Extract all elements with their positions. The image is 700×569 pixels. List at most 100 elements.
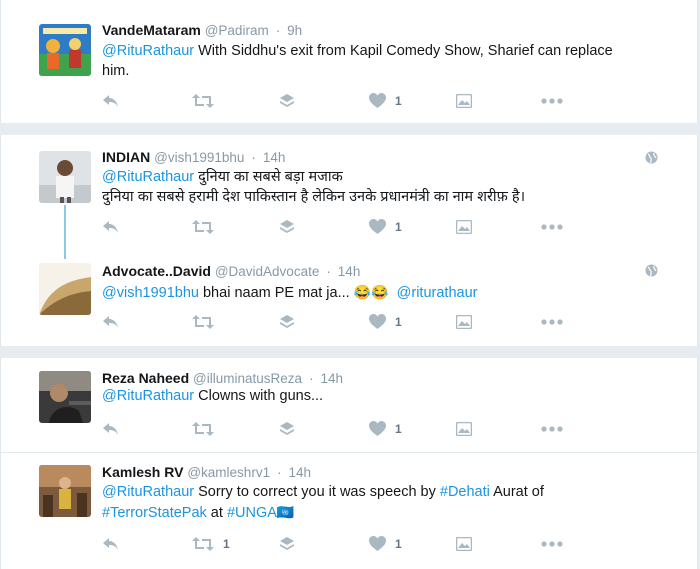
retweet-button[interactable] bbox=[192, 91, 223, 111]
thread-connector bbox=[64, 205, 66, 259]
panel-gap bbox=[0, 346, 700, 358]
layers-button[interactable] bbox=[279, 217, 295, 237]
mention-link[interactable]: @riturathaur bbox=[397, 285, 478, 301]
avatar[interactable] bbox=[39, 465, 91, 517]
display-name[interactable]: Kamlesh RV bbox=[102, 464, 183, 480]
mention-link[interactable]: @RituRathaur bbox=[102, 484, 194, 500]
retweet-button[interactable] bbox=[192, 217, 223, 237]
layers-button[interactable] bbox=[279, 91, 295, 111]
tweet-text: @RituRathaur दुनिया का सबसे बड़ा मजाक दु… bbox=[102, 169, 526, 205]
reply-icon bbox=[103, 538, 118, 550]
layers-button[interactable] bbox=[279, 419, 295, 439]
mention-link[interactable]: @RituRathaur bbox=[102, 388, 194, 404]
hashtag-link[interactable]: #Dehati bbox=[440, 484, 490, 500]
like-count: 1 bbox=[395, 422, 402, 436]
like-button[interactable]: 1 bbox=[369, 217, 402, 237]
tweet-header: INDIAN @vish1991bhu · 14h bbox=[102, 149, 286, 165]
like-count: 1 bbox=[395, 537, 402, 551]
reply-icon bbox=[103, 316, 118, 328]
layers-icon bbox=[280, 220, 294, 233]
retweet-icon bbox=[192, 422, 214, 436]
more-button[interactable] bbox=[541, 419, 563, 439]
more-icon bbox=[541, 224, 563, 230]
display-name[interactable]: Reza Naheed bbox=[102, 370, 189, 386]
media-button[interactable] bbox=[456, 217, 472, 237]
reply-button[interactable] bbox=[102, 419, 120, 439]
heart-icon bbox=[369, 536, 386, 551]
retweet-button[interactable]: 1 bbox=[192, 534, 230, 554]
mention-link[interactable]: @vish1991bhu bbox=[102, 285, 199, 301]
emoji: 😂😂 bbox=[353, 284, 389, 300]
avatar[interactable] bbox=[39, 24, 91, 76]
retweet-button[interactable] bbox=[192, 419, 223, 439]
hashtag-link[interactable]: #TerrorStatePak bbox=[102, 505, 207, 521]
reply-icon bbox=[103, 423, 118, 435]
reply-button[interactable] bbox=[102, 91, 120, 111]
layers-icon bbox=[280, 537, 294, 550]
layers-button[interactable] bbox=[279, 312, 295, 332]
mention-link[interactable]: @RituRathaur bbox=[102, 169, 194, 185]
tweet-actions: 1 bbox=[102, 91, 582, 111]
more-icon bbox=[541, 319, 563, 325]
avatar[interactable] bbox=[39, 151, 91, 203]
user-handle[interactable]: @DavidAdvocate bbox=[215, 264, 320, 279]
more-button[interactable] bbox=[541, 217, 563, 237]
image-icon bbox=[456, 422, 472, 436]
user-handle[interactable]: @Padiram bbox=[205, 23, 269, 38]
media-button[interactable] bbox=[456, 419, 472, 439]
user-handle[interactable]: @kamleshrv1 bbox=[187, 465, 270, 480]
reply-button[interactable] bbox=[102, 217, 120, 237]
more-button[interactable] bbox=[541, 312, 563, 332]
tweet-header: VandeMataram @Padiram · 9h bbox=[102, 22, 303, 38]
more-button[interactable] bbox=[541, 91, 563, 111]
timestamp[interactable]: 14h bbox=[289, 465, 312, 480]
display-name[interactable]: VandeMataram bbox=[102, 22, 201, 38]
layers-button[interactable] bbox=[279, 534, 295, 554]
like-button[interactable]: 1 bbox=[369, 419, 402, 439]
globe-icon bbox=[645, 264, 658, 277]
layers-icon bbox=[280, 94, 294, 107]
timestamp[interactable]: 14h bbox=[263, 150, 286, 165]
divider bbox=[0, 452, 698, 453]
like-button[interactable]: 1 bbox=[369, 91, 402, 111]
media-button[interactable] bbox=[456, 534, 472, 554]
heart-icon bbox=[369, 219, 386, 234]
image-icon bbox=[456, 220, 472, 234]
tweet-actions: 1 1 bbox=[102, 534, 582, 554]
timestamp[interactable]: 14h bbox=[321, 371, 344, 386]
display-name[interactable]: INDIAN bbox=[102, 149, 150, 165]
like-button[interactable]: 1 bbox=[369, 534, 402, 554]
like-count: 1 bbox=[395, 315, 402, 329]
layers-icon bbox=[280, 315, 294, 328]
avatar[interactable] bbox=[39, 263, 91, 315]
reply-button[interactable] bbox=[102, 534, 120, 554]
media-button[interactable] bbox=[456, 91, 472, 111]
display-name[interactable]: Advocate..David bbox=[102, 263, 211, 279]
reply-button[interactable] bbox=[102, 312, 120, 332]
retweet-icon bbox=[192, 315, 214, 329]
panel-gap bbox=[0, 123, 700, 135]
more-button[interactable] bbox=[541, 534, 563, 554]
image-icon bbox=[456, 94, 472, 108]
more-icon bbox=[541, 541, 563, 547]
image-icon bbox=[456, 315, 472, 329]
timestamp[interactable]: 14h bbox=[338, 264, 361, 279]
timestamp[interactable]: 9h bbox=[287, 23, 302, 38]
tweet-actions: 1 bbox=[102, 419, 582, 439]
mention-link[interactable]: @RituRathaur bbox=[102, 43, 194, 59]
heart-icon bbox=[369, 314, 386, 329]
media-button[interactable] bbox=[456, 312, 472, 332]
retweet-button[interactable] bbox=[192, 312, 223, 332]
like-count: 1 bbox=[395, 220, 402, 234]
tweet-text: @vish1991bhu bhai naam PE mat ja... 😂😂 @… bbox=[102, 284, 478, 301]
avatar[interactable] bbox=[39, 371, 91, 423]
tweet-text: @RituRathaur Sorry to correct you it was… bbox=[102, 484, 544, 521]
user-handle[interactable]: @illuminatusReza bbox=[193, 371, 302, 386]
user-handle[interactable]: @vish1991bhu bbox=[154, 150, 244, 165]
tweet-actions: 1 bbox=[102, 217, 582, 237]
tweet-header: Advocate..David @DavidAdvocate · 14h bbox=[102, 263, 361, 279]
like-button[interactable]: 1 bbox=[369, 312, 402, 332]
tweet-text: @RituRathaur With Siddhu's exit from Kap… bbox=[102, 43, 613, 79]
hashtag-link[interactable]: #UNGA bbox=[227, 505, 277, 521]
retweet-icon bbox=[192, 537, 214, 551]
